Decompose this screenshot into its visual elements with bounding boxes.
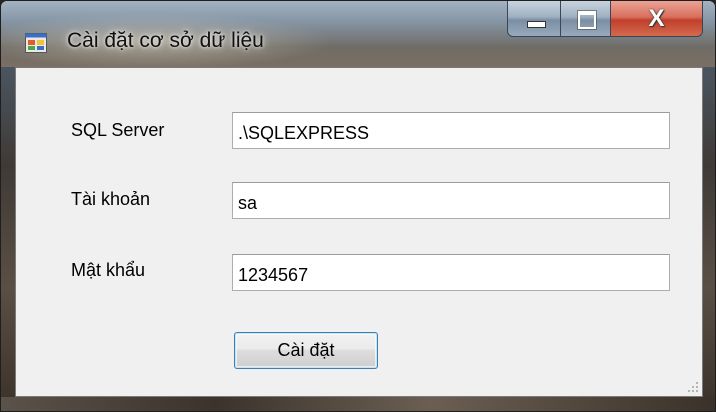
close-icon: X (648, 5, 665, 32)
minimize-button[interactable] (507, 1, 561, 37)
dialog-client-area: SQL Server Tài khoản Mật khẩu Cài đặt (15, 67, 703, 397)
close-button[interactable]: X (611, 1, 703, 37)
password-input[interactable] (232, 254, 670, 291)
server-label: SQL Server (71, 120, 165, 140)
title-bar[interactable]: Cài đặt cơ sở dữ liệu X (1, 1, 715, 67)
password-label: Mật khẩu (71, 260, 146, 280)
resize-grip-icon[interactable] (687, 381, 699, 393)
account-label: Tài khoản (71, 189, 151, 209)
maximize-button[interactable] (561, 1, 611, 37)
window-bottom-border (1, 397, 715, 411)
app-window-icon (25, 33, 47, 53)
caption-buttons: X (507, 1, 703, 39)
minimize-icon (527, 21, 546, 28)
window-title: Cài đặt cơ sở dữ liệu (67, 29, 264, 52)
server-input[interactable] (232, 112, 670, 149)
account-input[interactable] (232, 182, 670, 219)
maximize-icon (577, 10, 597, 30)
install-button[interactable]: Cài đặt (234, 332, 378, 369)
dialog-window: Cài đặt cơ sở dữ liệu X SQL Server Tài k… (0, 0, 716, 412)
